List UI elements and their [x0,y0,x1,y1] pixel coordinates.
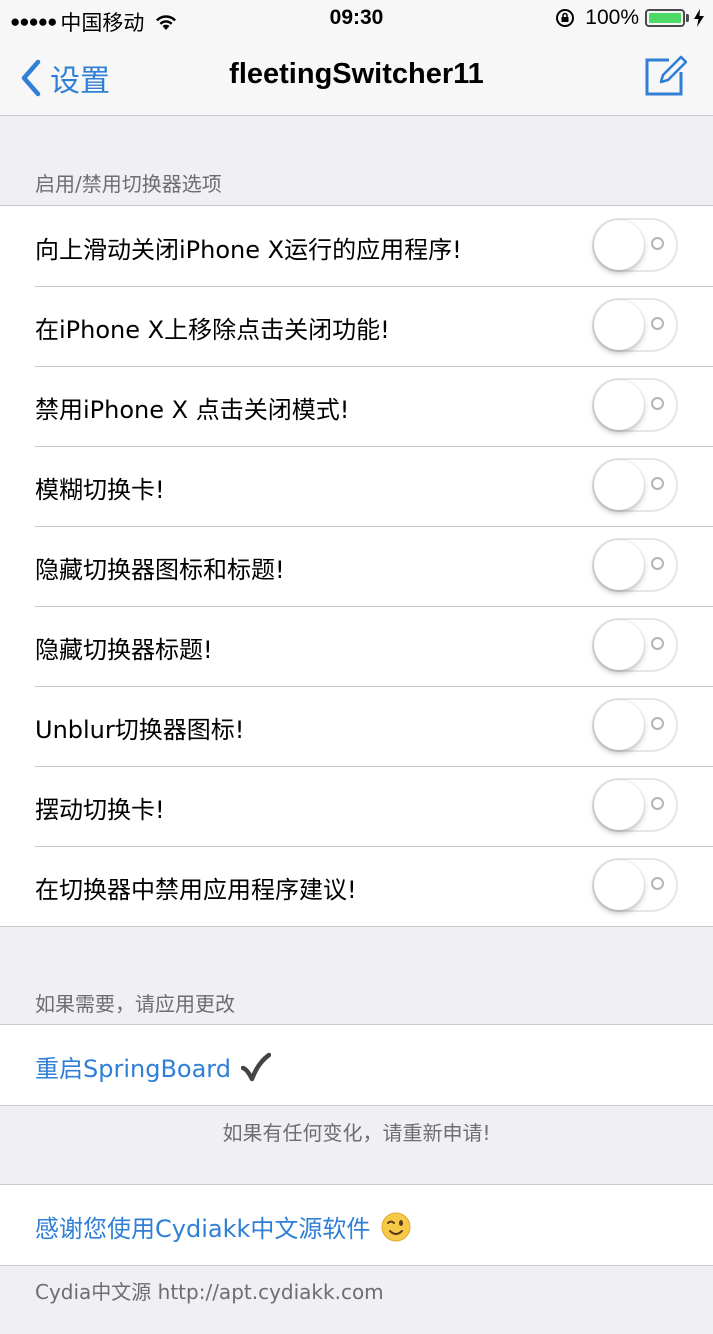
section-header-options: 启用/禁用切换器选项 [35,172,222,196]
toggle-off-indicator-icon [651,317,664,330]
toggle-knob [594,540,644,590]
toggle-switch[interactable] [592,698,678,752]
toggle-off-indicator-icon [651,637,664,650]
options-group: 向上滑动关闭iPhone X运行的应用程序! 在iPhone X上移除点击关闭功能… [0,205,713,927]
toggle-knob [594,380,644,430]
battery-fill [649,13,681,23]
toggle-switch[interactable] [592,538,678,592]
battery-icon [645,9,685,27]
toggle-off-indicator-icon [651,477,664,490]
toggle-label: 向上滑动关闭iPhone X运行的应用程序! [35,236,462,264]
toggle-row: 模糊切换卡! [0,446,713,526]
page-title: fleetingSwitcher11 [229,58,484,90]
toggle-row: Unblur切换器图标! [0,686,713,766]
status-bar: ●●●●● 中国移动 09:30 100% [0,0,713,38]
toggle-knob [594,460,644,510]
toggle-label: 隐藏切换器图标和标题! [35,556,285,584]
checkmark-icon [240,1052,271,1081]
toggle-label: 摆动切换卡! [35,796,165,824]
respring-group: 重启SpringBoard [0,1024,713,1106]
thanks-row[interactable]: 感谢您使用Cydiakk中文源软件 [0,1185,713,1265]
toggle-label: 模糊切换卡! [35,476,165,504]
toggle-label: Unblur切换器图标! [35,716,245,744]
toggle-knob [594,220,644,270]
toggle-label: 在iPhone X上移除点击关闭功能! [35,316,390,344]
toggle-row: 在iPhone X上移除点击关闭功能! [0,286,713,366]
section-header-apply: 如果需要，请应用更改 [35,992,235,1016]
toggle-label: 禁用iPhone X 点击关闭模式! [35,396,350,424]
orientation-lock-icon [556,9,575,27]
toggle-switch[interactable] [592,298,678,352]
toggle-row: 向上滑动关闭iPhone X运行的应用程序! [0,206,713,286]
toggle-off-indicator-icon [651,237,664,250]
respring-link[interactable]: 重启SpringBoard [35,1049,271,1084]
charging-bolt-icon [694,9,704,27]
status-right: 100% [555,6,705,30]
toggle-off-indicator-icon [651,877,664,890]
toggle-row: 禁用iPhone X 点击关闭模式! [0,366,713,446]
toggle-row: 隐藏切换器标题! [0,606,713,686]
toggle-row: 摆动切换卡! [0,766,713,846]
thanks-link[interactable]: 感谢您使用Cydiakk中文源软件 [35,1209,412,1244]
toggle-knob [594,300,644,350]
respring-footer: 如果有任何变化，请重新申请! [222,1121,491,1145]
toggle-off-indicator-icon [651,797,664,810]
toggle-row: 隐藏切换器图标和标题! [0,526,713,606]
compose-icon[interactable] [643,54,687,98]
battery-percent: 100% [585,6,639,29]
toggle-knob [594,620,644,670]
toggle-label: 在切换器中禁用应用程序建议! [35,876,357,904]
source-footer: Cydia中文源 http://apt.cydiakk.com [35,1280,384,1304]
toggle-switch[interactable] [592,778,678,832]
toggle-switch[interactable] [592,458,678,512]
thanks-group: 感谢您使用Cydiakk中文源软件 [0,1184,713,1266]
toggle-label: 隐藏切换器标题! [35,636,213,664]
toggle-knob [594,860,644,910]
navigation-bar: 设置 fleetingSwitcher11 [0,38,713,116]
toggle-off-indicator-icon [651,717,664,730]
winking-face-icon [381,1212,411,1241]
toggle-switch[interactable] [592,378,678,432]
toggle-row: 在切换器中禁用应用程序建议! [0,846,713,926]
toggle-knob [594,780,644,830]
toggle-switch[interactable] [592,618,678,672]
thanks-label: 感谢您使用Cydiakk中文源软件 [35,1215,371,1243]
toggle-knob [594,700,644,750]
toggle-switch[interactable] [592,218,678,272]
respring-row[interactable]: 重启SpringBoard [0,1025,713,1105]
toggle-off-indicator-icon [651,557,664,570]
toggle-switch[interactable] [592,858,678,912]
battery-tip [686,14,689,22]
toggle-off-indicator-icon [651,397,664,410]
respring-label: 重启SpringBoard [35,1055,231,1083]
